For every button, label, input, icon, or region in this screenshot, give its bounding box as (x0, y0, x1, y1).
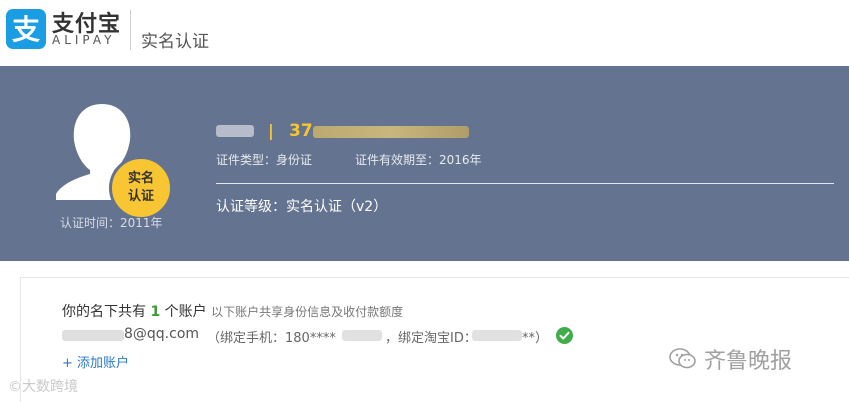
accounts-count: 1 (150, 304, 161, 320)
svg-text:支: 支 (12, 13, 40, 46)
accounts-note: 以下账户共享身份信息及收付款额度 (211, 305, 404, 319)
bound-phone: （绑定手机：180**** (207, 331, 336, 346)
accounts-prefix: 你的名下共有 (62, 304, 146, 320)
accounts-summary: 你的名下共有 1 个账户 以下账户共享身份信息及收付款额度 (62, 301, 403, 321)
id-number-prefix: 37 (289, 121, 313, 141)
watermark-left: ©大数跨境 (8, 379, 78, 395)
add-account-link[interactable]: + 添加账户 (62, 352, 129, 371)
name-id-separator: | (268, 121, 274, 140)
alipay-logo-icon[interactable]: 支 (6, 9, 46, 49)
brand-name-en: ALIPAY (52, 33, 116, 47)
cert-time: 认证时间：2011年 (60, 216, 163, 230)
verified-badge: 实名认证 (109, 156, 173, 220)
cert-valid-until: 证件有效期至：2016年 (355, 153, 482, 167)
id-number-redacted (313, 126, 469, 138)
name-redacted (216, 125, 254, 137)
phone-redacted (342, 330, 382, 341)
bound-taobao: ，绑定淘宝ID： (385, 331, 477, 346)
header: 支 支付宝 ALIPAY 实名认证 (0, 0, 849, 66)
wechat-icon (669, 348, 696, 369)
verified-badge-label: 实名认证 (127, 171, 154, 204)
profile-band: 实名认证 认证时间：2011年 | 37 证件类型：身份证 证件有效期至：201… (0, 66, 849, 261)
cert-type: 证件类型：身份证 (216, 153, 313, 167)
accounts-suffix: 个账户 (164, 304, 207, 320)
page-title: 实名认证 (141, 32, 209, 52)
verified-check-icon (556, 327, 573, 344)
account-email: 8@qq.com (124, 326, 200, 342)
band-divider (216, 183, 834, 184)
cert-level: 认证等级：实名认证（v2） (216, 199, 388, 215)
email-redacted (62, 330, 124, 341)
bound-taobao-tail: **） (522, 331, 549, 346)
header-divider (130, 10, 131, 50)
watermark-right: 齐鲁晚报 (704, 349, 793, 374)
taobao-id-redacted (472, 330, 522, 341)
